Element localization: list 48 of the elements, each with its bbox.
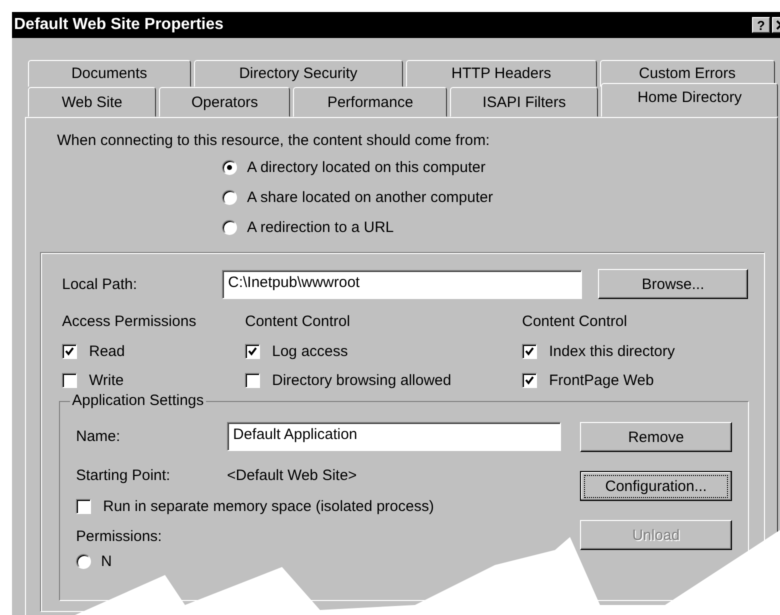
radio-button[interactable]	[222, 160, 237, 175]
dialog-button: Unload	[580, 520, 732, 550]
radio-label: A directory located on this computer	[247, 159, 486, 176]
checkbox-label: Directory browsing allowed	[272, 372, 452, 389]
checkbox[interactable]	[245, 344, 260, 359]
group-heading: Content Control	[245, 313, 352, 330]
input-field[interactable]: C:\Inetpub\wwwroot	[222, 270, 582, 298]
group-heading: Access Permissions	[62, 313, 198, 330]
radio-button[interactable]	[222, 220, 237, 235]
tab[interactable]: Performance	[293, 87, 448, 117]
checkbox[interactable]	[522, 344, 537, 359]
tab[interactable]: Web Site	[28, 87, 156, 117]
tab[interactable]: Directory Security	[194, 60, 403, 87]
checkbox[interactable]	[522, 373, 537, 388]
checkbox[interactable]	[62, 344, 77, 359]
input-field[interactable]: Default Application	[227, 422, 561, 451]
radio-label: N	[101, 553, 112, 570]
tab[interactable]: Operators	[159, 87, 290, 117]
checkbox[interactable]	[76, 499, 91, 514]
browse-button[interactable]: Browse...	[598, 269, 748, 299]
group-heading: Content Control	[522, 313, 628, 330]
checkbox[interactable]	[245, 373, 260, 388]
tab[interactable]: ISAPI Filters	[450, 87, 598, 117]
checkbox-label: Run in separate memory space (isolated process)	[103, 498, 434, 515]
checkbox-label: Index this directory	[549, 343, 675, 360]
prompt-text: When connecting to this resource, the content should come from:	[57, 132, 491, 149]
field-label: Name:	[76, 428, 122, 445]
window-title: Default Web Site Properties	[14, 16, 224, 34]
help-button[interactable]: ?	[752, 17, 770, 33]
checkbox-label: FrontPage Web	[549, 372, 654, 389]
radio-button[interactable]	[76, 554, 91, 569]
checkbox-label: Log access	[272, 343, 348, 360]
tab[interactable]: HTTP Headers	[406, 60, 596, 87]
checkbox-label: Read	[89, 343, 125, 360]
checkbox-label: Write	[89, 372, 124, 389]
dialog-button[interactable]: Configuration...	[580, 471, 732, 501]
tab[interactable]: Documents	[28, 60, 190, 87]
radio-label: A share located on another computer	[247, 189, 493, 206]
section-label: Permissions:	[76, 528, 163, 545]
field-value: <Default Web Site>	[227, 467, 357, 484]
field-label: Local Path:	[62, 276, 138, 292]
radio-label: A redirection to a URL	[247, 219, 394, 236]
radio-button[interactable]	[222, 190, 237, 205]
checkbox[interactable]	[62, 373, 77, 388]
dialog-button[interactable]: Remove	[580, 422, 732, 452]
tab[interactable]: Home Directory	[601, 83, 778, 117]
field-label: Starting Point:	[76, 467, 172, 484]
group-title: Application Settings	[70, 392, 206, 409]
